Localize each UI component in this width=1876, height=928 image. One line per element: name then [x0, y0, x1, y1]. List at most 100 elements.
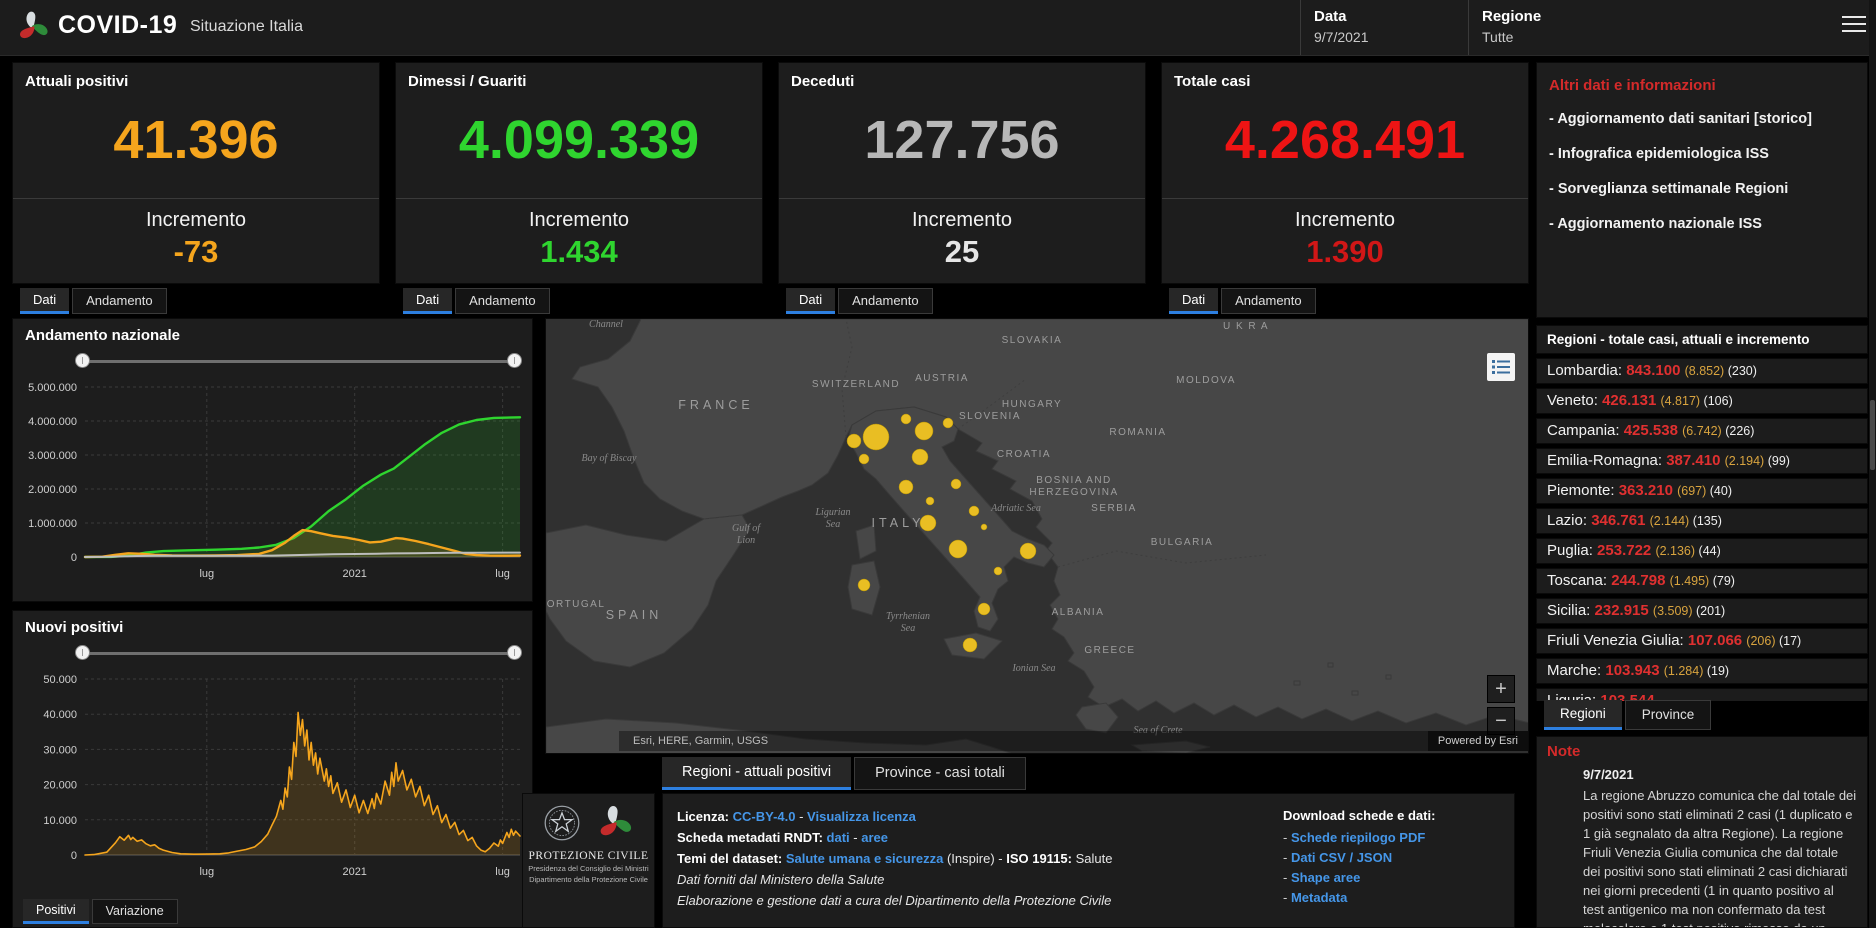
download-link[interactable]: Metadata	[1291, 890, 1347, 905]
card-value: 127.756	[864, 110, 1060, 170]
license-link[interactable]: CC-BY-4.0	[733, 809, 796, 824]
download-link[interactable]: Shape aree	[1291, 870, 1360, 885]
region-marker[interactable]	[846, 433, 862, 449]
scrollbar-thumb[interactable]	[1870, 400, 1875, 470]
license-link[interactable]: aree	[861, 830, 888, 845]
region-row[interactable]: Toscana: 244.798 (1.495) (79)	[1536, 568, 1868, 594]
region-marker[interactable]	[950, 478, 962, 490]
region-marker[interactable]	[919, 514, 937, 532]
download-link[interactable]: Schede riepilogo PDF	[1291, 830, 1425, 845]
license-link[interactable]: dati	[827, 830, 850, 845]
region-row[interactable]: Puglia: 253.722 (2.136) (44)	[1536, 538, 1868, 564]
map-canvas: FRANCESWITZERLANDAUSTRIASLOVAKIAHUNGARYS…	[546, 319, 1528, 753]
side-tab-regioni[interactable]: Regioni	[1544, 700, 1622, 730]
y-axis-label: 0	[71, 552, 77, 564]
side-tab-province[interactable]: Province	[1624, 700, 1712, 730]
region-marker[interactable]	[900, 413, 912, 425]
region-row[interactable]: Emilia-Romagna: 387.410 (2.194) (99)	[1536, 448, 1868, 474]
license-text: Temi del dataset:	[677, 851, 786, 866]
card-value: 4.268.491	[1224, 110, 1466, 170]
card-value: 41.396	[113, 110, 279, 170]
zoom-in-button[interactable]: +	[1487, 675, 1515, 703]
region-row[interactable]: Lombardia: 843.100 (8.852) (230)	[1536, 358, 1868, 384]
slider-handle-right[interactable]	[507, 645, 522, 660]
map-tab-regioni-attuali[interactable]: Regioni - attuali positivi	[662, 757, 852, 790]
region-marker[interactable]	[968, 505, 980, 517]
region-marker[interactable]	[977, 602, 991, 616]
info-link[interactable]: - Infografica epidemiologica ISS	[1549, 145, 1853, 164]
license-text: Licenza:	[677, 809, 733, 824]
card-title: Attuali positivi	[25, 73, 129, 90]
increment-label: Incremento	[1294, 209, 1396, 231]
map-tab-province-totali[interactable]: Province - casi totali	[854, 757, 1026, 790]
country-label: HUNGARY	[1002, 399, 1062, 410]
region-marker[interactable]	[980, 523, 988, 531]
tab-dati[interactable]: Dati	[786, 288, 836, 314]
country-label: PORTUGAL	[546, 599, 605, 610]
tab-andamento[interactable]: Andamento	[838, 288, 933, 314]
card-title: Totale casi	[1174, 73, 1251, 90]
increment-label: Incremento	[911, 209, 1013, 231]
regions-list-title: Regioni - totale casi, attuali e increme…	[1536, 325, 1868, 354]
country-label: ROMANIA	[1109, 427, 1166, 438]
region-row[interactable]: Campania: 425.538 (6.742) (226)	[1536, 418, 1868, 444]
menu-icon[interactable]	[1842, 16, 1866, 38]
region-marker[interactable]	[948, 539, 968, 559]
tab-dati[interactable]: Dati	[403, 288, 453, 314]
tab-dati[interactable]: Dati	[20, 288, 70, 314]
tab-dati[interactable]: Dati	[1169, 288, 1219, 314]
time-range-slider[interactable]	[75, 645, 522, 661]
region-marker[interactable]	[911, 448, 929, 466]
tab-positivi[interactable]: Positivi	[23, 899, 89, 924]
tab-variazione[interactable]: Variazione	[91, 899, 178, 924]
download-link[interactable]: Dati CSV / JSON	[1291, 850, 1392, 865]
info-link[interactable]: - Aggiornamento dati sanitari [storico]	[1549, 110, 1853, 129]
layers-icon[interactable]	[1487, 353, 1515, 381]
region-marker[interactable]	[962, 637, 978, 653]
region-marker[interactable]	[1019, 542, 1037, 560]
sea-label: Adriatic Sea	[990, 503, 1041, 514]
region-row[interactable]: Marche: 103.943 (1.284) (19)	[1536, 658, 1868, 684]
region-marker[interactable]	[914, 421, 934, 441]
license-panel: Licenza: CC-BY-4.0 - Visualizza licenza S…	[662, 793, 1515, 928]
license-link[interactable]: Visualizza licenza	[807, 809, 916, 824]
y-axis-label: 3.000.000	[28, 450, 77, 462]
info-link[interactable]: - Aggiornamento nazionale ISS	[1549, 215, 1853, 234]
region-marker[interactable]	[862, 423, 890, 451]
region-marker[interactable]	[993, 566, 1003, 576]
y-axis-label: 5.000.000	[28, 382, 77, 394]
region-row[interactable]: Veneto: 426.131 (4.817) (106)	[1536, 388, 1868, 414]
region-marker[interactable]	[898, 479, 914, 495]
tab-andamento[interactable]: Andamento	[72, 288, 167, 314]
slider-handle-right[interactable]	[507, 353, 522, 368]
region-row[interactable]: Sicilia: 232.915 (3.509) (201)	[1536, 598, 1868, 624]
region-row[interactable]: Friuli Venezia Giulia: 107.066 (206) (17…	[1536, 628, 1868, 654]
nuovi-positivi-chart: 50.000 40.000 30.000 20.000 10.000 0 lug 2021 lu…	[43, 674, 521, 878]
country-label: GREECE	[1084, 645, 1135, 656]
time-range-slider[interactable]	[75, 353, 522, 369]
map-attribution: Esri, HERE, Garmin, USGS	[619, 731, 1528, 751]
slider-handle-left[interactable]	[75, 353, 90, 368]
slider-handle-left[interactable]	[75, 645, 90, 660]
tab-andamento[interactable]: Andamento	[1221, 288, 1316, 314]
region-row[interactable]: Lazio: 346.761 (2.144) (135)	[1536, 508, 1868, 534]
region-marker[interactable]	[858, 453, 870, 465]
panel-title: Nuovi positivi	[25, 619, 124, 636]
region-row[interactable]: Piemonte: 363.210 (697) (40)	[1536, 478, 1868, 504]
region-marker[interactable]	[942, 417, 954, 429]
region-value[interactable]: Tutte	[1482, 29, 1842, 45]
license-link[interactable]: Salute umana e sicurezza	[786, 851, 944, 866]
panel-title: Andamento nazionale	[25, 327, 181, 344]
country-label: SLOVENIA	[959, 411, 1021, 422]
license-lines: Licenza: CC-BY-4.0 - Visualizza licenza S…	[677, 806, 1237, 911]
tab-andamento[interactable]: Andamento	[455, 288, 550, 314]
download-title: Download schede e dati:	[1283, 808, 1436, 823]
europe-map[interactable]: FRANCE SWITZERLAND AUSTRIA SLOVAKIA HUNGARY S…	[545, 318, 1529, 754]
region-marker[interactable]	[925, 496, 935, 506]
sea-label: Ionian Sea	[1011, 663, 1055, 674]
regions-list: Lombardia: 843.100 (8.852) (230) Veneto: …	[1536, 358, 1868, 701]
info-link[interactable]: - Sorveglianza settimanale Regioni	[1549, 180, 1853, 199]
country-label: ITALY	[872, 516, 925, 530]
region-marker[interactable]	[857, 578, 871, 592]
country-label: SWITZERLAND	[812, 379, 900, 390]
